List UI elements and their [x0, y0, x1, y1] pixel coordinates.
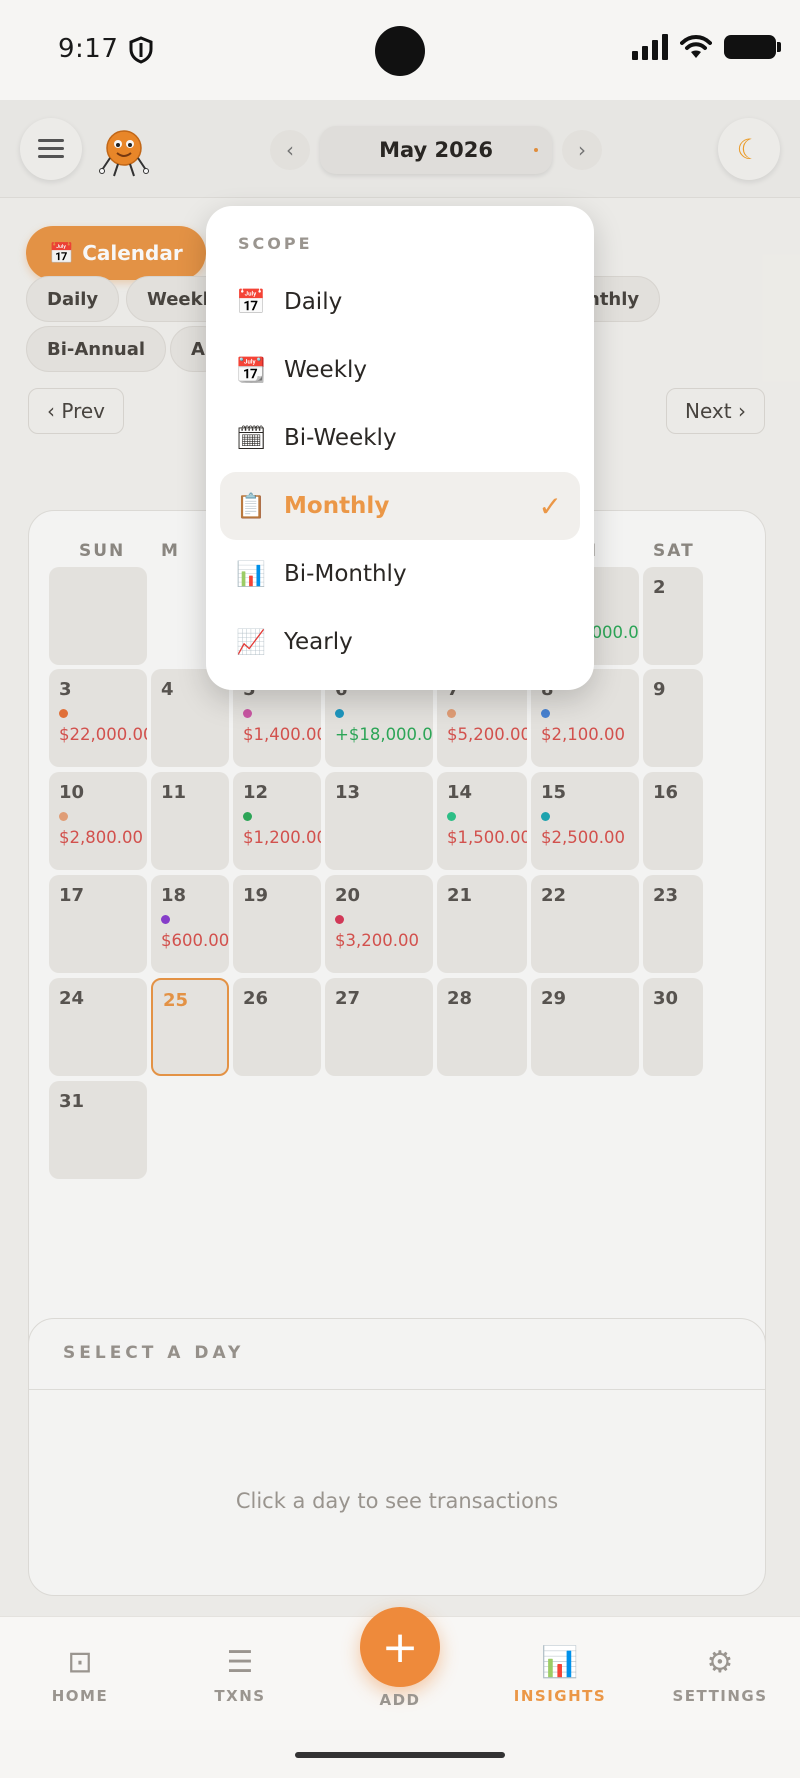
scope-option-bi-weekly[interactable]: 🗓 Bi-Weekly: [220, 404, 580, 472]
nav-settings-label: SETTINGS: [672, 1687, 768, 1705]
nav-transactions[interactable]: ☰ TXNS: [180, 1643, 300, 1705]
status-bar: 9:17: [0, 0, 800, 100]
spiral-calendar-icon: 🗓: [236, 424, 267, 452]
plus-icon: +: [381, 1621, 419, 1673]
scope-option-label: Daily: [284, 289, 343, 315]
checkmark-icon: ✓: [538, 489, 562, 523]
scope-option-label: Monthly: [284, 493, 390, 519]
shield-icon: [129, 36, 153, 64]
nav-insights[interactable]: 📊 INSIGHTS: [500, 1643, 620, 1705]
scope-option-yearly[interactable]: 📈 Yearly: [220, 608, 580, 676]
nav-insights-label: INSIGHTS: [513, 1687, 607, 1705]
calendar-icon: 📅: [236, 288, 266, 316]
scope-option-daily[interactable]: 📅 Daily: [220, 268, 580, 336]
scope-option-label: Bi-Weekly: [284, 425, 397, 451]
front-camera: [375, 26, 425, 76]
wifi-icon: [680, 35, 712, 58]
clipboard-icon: 📋: [236, 492, 266, 520]
scope-option-label: Bi-Monthly: [284, 561, 407, 587]
scope-option-label: Weekly: [284, 357, 368, 383]
scope-option-bi-monthly[interactable]: 📊 Bi-Monthly: [220, 540, 580, 608]
signal-icon: [632, 34, 668, 60]
home-icon: ⊡: [67, 1645, 93, 1680]
home-indicator: [295, 1752, 505, 1758]
scope-dropdown-title: SCOPE: [238, 234, 313, 253]
tear-off-calendar-icon: 📆: [236, 356, 266, 384]
scope-dropdown: SCOPE 📅 Daily 📆 Weekly 🗓 Bi-Weekly 📋 Mon…: [206, 206, 594, 690]
nav-add-label: ADD: [379, 1691, 421, 1709]
trend-chart-icon: 📈: [236, 628, 266, 656]
nav-home-label: HOME: [51, 1687, 109, 1705]
scope-option-label: Yearly: [284, 629, 353, 655]
nav-settings[interactable]: ⚙ SETTINGS: [660, 1643, 780, 1705]
bar-chart-icon: 📊: [236, 560, 266, 588]
battery-icon: [724, 35, 781, 59]
list-icon: ☰: [226, 1645, 254, 1680]
nav-home[interactable]: ⊡ HOME: [20, 1643, 140, 1705]
status-icons: [632, 34, 781, 60]
scope-option-monthly[interactable]: 📋 Monthly ✓: [220, 472, 580, 540]
scope-option-weekly[interactable]: 📆 Weekly: [220, 336, 580, 404]
gear-icon: ⚙: [706, 1645, 734, 1680]
nav-transactions-label: TXNS: [214, 1687, 266, 1705]
bottom-navigation: ⊡ HOME ☰ TXNS + ADD 📊 INSIGHTS ⚙ SETTING…: [0, 1607, 800, 1730]
bar-chart-icon: 📊: [541, 1645, 579, 1680]
status-time: 9:17: [58, 34, 119, 64]
add-transaction-button[interactable]: +: [360, 1607, 440, 1687]
